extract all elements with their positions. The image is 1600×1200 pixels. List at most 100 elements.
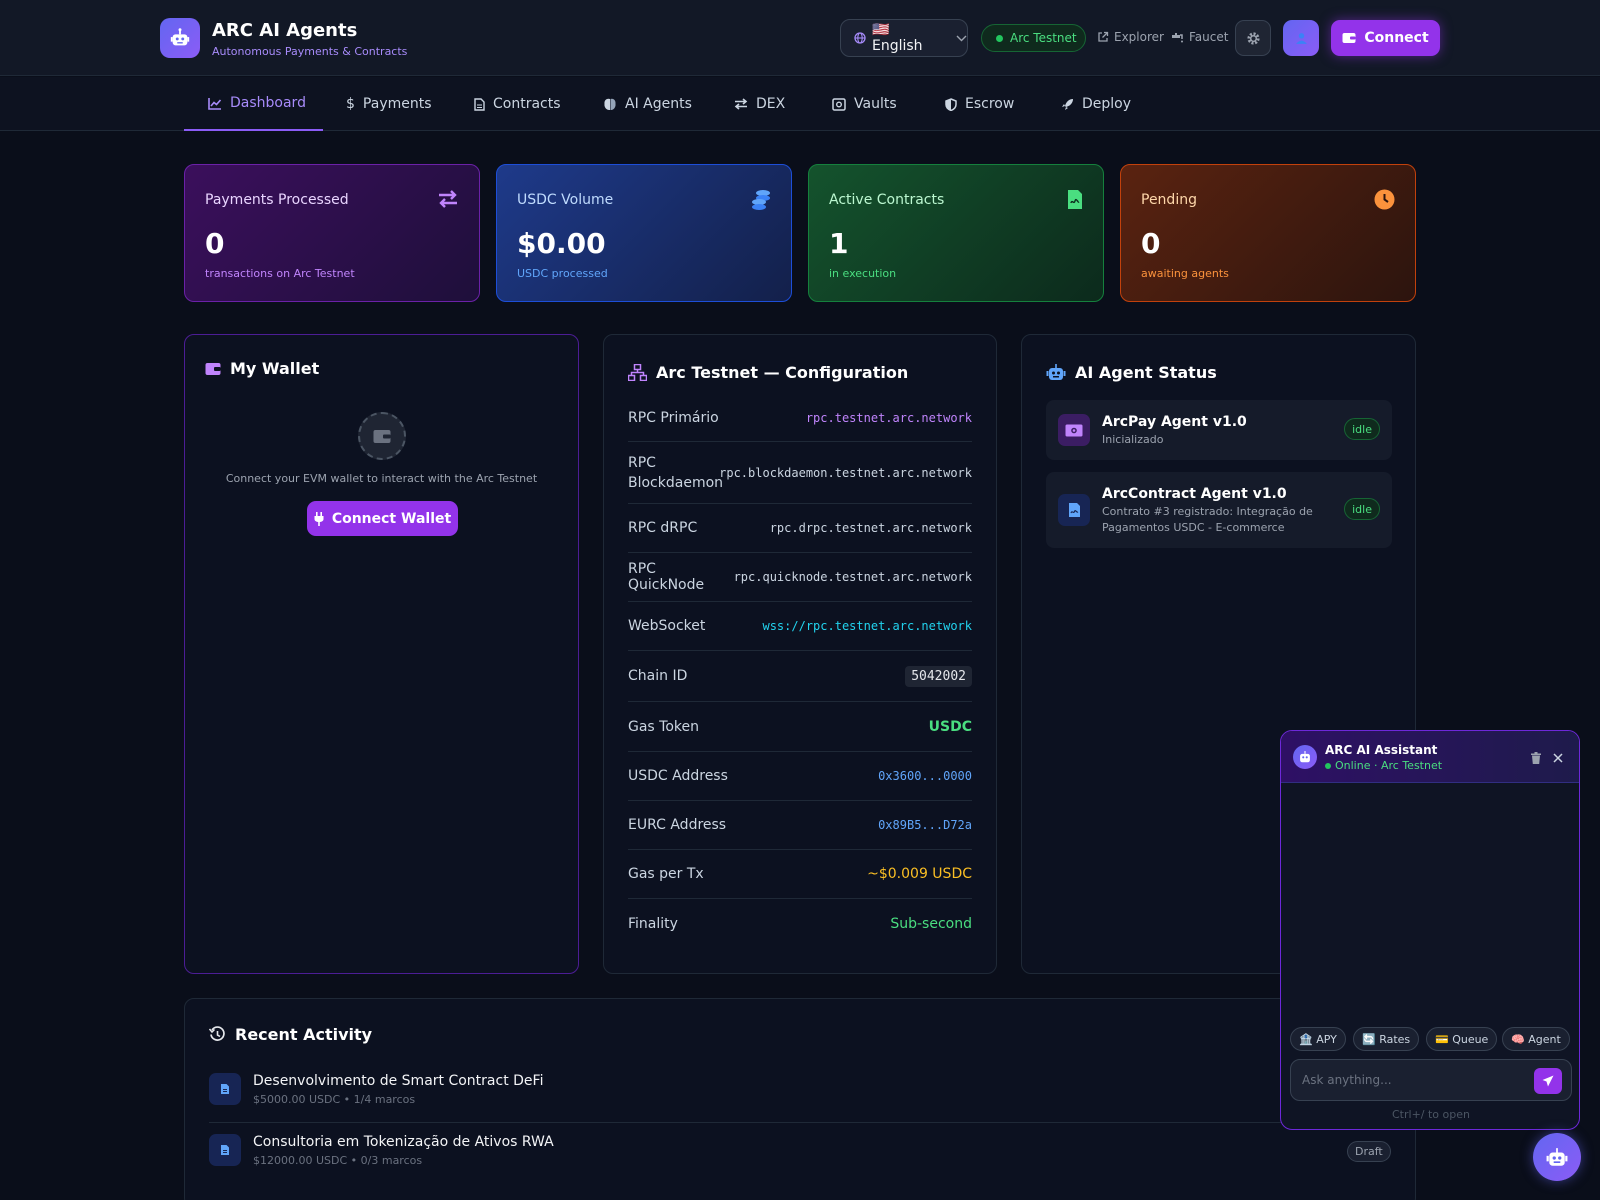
config-label: WebSocket — [628, 618, 706, 634]
robot-avatar-icon — [1293, 745, 1317, 769]
send-button[interactable] — [1534, 1068, 1562, 1094]
wallet-icon — [1342, 32, 1356, 44]
language-selector[interactable]: 🇺🇸 English — [840, 19, 968, 57]
tab-label: Deploy — [1082, 96, 1132, 112]
wallet-panel: My Wallet Connect your EVM wallet to int… — [184, 334, 579, 974]
file-contract-icon — [474, 97, 485, 111]
tab-label: Payments — [362, 96, 432, 112]
config-value: 0x3600...0000 — [878, 769, 972, 783]
status-badge: idle — [1344, 418, 1380, 440]
tab-escrow[interactable]: Escrow — [945, 77, 1014, 131]
tab-label: Dashboard — [230, 95, 306, 111]
wallet-title: My Wallet — [205, 359, 319, 378]
agent-card-arccontract[interactable]: ArcContract Agent v1.0 Contrato #3 regis… — [1046, 472, 1392, 548]
activity-item[interactable]: Desenvolvimento de Smart Contract DeFi $… — [209, 1073, 1399, 1123]
chat-toggle-button[interactable] — [1533, 1133, 1581, 1181]
close-icon[interactable] — [1553, 753, 1563, 763]
chat-status-text: Online · Arc Testnet — [1335, 759, 1443, 772]
quick-chip-agent[interactable]: 🧠 Agent — [1502, 1027, 1570, 1051]
connect-button[interactable]: Connect — [1331, 20, 1440, 56]
config-title-text: Arc Testnet — Configuration — [656, 363, 909, 382]
profile-button[interactable] — [1283, 20, 1319, 56]
wallet-placeholder-icon — [358, 412, 406, 460]
agent-status-title-text: AI Agent Status — [1075, 363, 1217, 382]
file-icon — [209, 1134, 241, 1166]
chat-status: Online · Arc Testnet — [1325, 759, 1442, 772]
file-contract-icon — [1058, 494, 1090, 526]
activity-title: Desenvolvimento de Smart Contract DeFi — [253, 1073, 544, 1089]
activity-title: Consultoria em Tokenização de Ativos RWA — [253, 1134, 554, 1150]
config-value: rpc.blockdaemon.testnet.arc.network — [719, 465, 972, 480]
connect-wallet-button[interactable]: Connect Wallet — [307, 501, 458, 536]
gear-icon — [1246, 31, 1261, 46]
config-row-rpc-quicknode: RPC QuickNode rpc.quicknode.testnet.arc.n… — [628, 553, 972, 602]
quick-chip-rates[interactable]: 🔄 Rates — [1353, 1027, 1420, 1051]
app-title: ARC AI Agents — [212, 20, 358, 41]
stat-sub: awaiting agents — [1141, 267, 1229, 280]
stat-value: 1 — [829, 227, 849, 260]
stat-value: 0 — [205, 227, 225, 260]
tab-dex[interactable]: DEX — [734, 77, 785, 131]
robot-icon — [1546, 1147, 1568, 1167]
tab-label: DEX — [756, 96, 786, 112]
explorer-link[interactable]: Explorer — [1097, 30, 1164, 44]
trash-icon[interactable] — [1531, 752, 1541, 764]
tab-dashboard[interactable]: Dashboard — [184, 77, 323, 131]
tab-vaults[interactable]: Vaults — [832, 77, 897, 131]
config-row-rpc-drpc: RPC dRPC rpc.drpc.testnet.arc.network — [628, 504, 972, 553]
stat-value: $0.00 — [517, 227, 606, 260]
tab-deploy[interactable]: Deploy — [1061, 77, 1131, 131]
config-value: ~$0.009 USDC — [867, 866, 972, 882]
quick-chip-queue[interactable]: 💳 Queue — [1426, 1027, 1498, 1051]
agent-card-arcpay[interactable]: ArcPay Agent v1.0 Inicializado idle — [1046, 400, 1392, 460]
tab-contracts[interactable]: Contracts — [474, 77, 561, 131]
config-panel: Arc Testnet — Configuration RPC Primário… — [603, 334, 997, 974]
config-row-eurc-address: EURC Address 0x89B5...D72a — [628, 801, 972, 850]
config-row-gas-token: Gas Token USDC — [628, 702, 972, 752]
rocket-icon — [1061, 98, 1074, 111]
robot-logo-icon — [160, 18, 200, 58]
stat-card-payments: Payments Processed 0 transactions on Arc… — [184, 164, 480, 302]
file-icon — [209, 1073, 241, 1105]
recent-activity-title: Recent Activity — [209, 1025, 372, 1044]
history-icon — [209, 1026, 226, 1043]
stat-card-active-contracts: Active Contracts 1 in execution — [808, 164, 1104, 302]
tab-label: Vaults — [854, 96, 897, 112]
language-label: 🇺🇸 English — [872, 22, 923, 54]
file-contract-icon — [1067, 189, 1083, 210]
chat-messages — [1281, 784, 1579, 1019]
quick-chip-apy[interactable]: 🏦 APY — [1290, 1027, 1346, 1051]
activity-sub: $12000.00 USDC • 0/3 marcos — [253, 1154, 423, 1167]
tab-label: AI Agents — [625, 96, 692, 112]
chart-line-icon — [208, 97, 222, 110]
config-row-rpc-primary: RPC Primário rpc.testnet.arc.network — [628, 394, 972, 442]
money-icon — [1058, 414, 1090, 446]
stat-value: 0 — [1141, 227, 1161, 260]
config-value: USDC — [928, 718, 972, 735]
settings-button[interactable] — [1235, 20, 1271, 56]
chat-header: ARC AI Assistant Online · Arc Testnet — [1281, 731, 1579, 783]
faucet-link[interactable]: Faucet — [1171, 30, 1228, 44]
chat-widget: ARC AI Assistant Online · Arc Testnet 🏦 … — [1280, 730, 1580, 1130]
config-value: rpc.drpc.testnet.arc.network — [769, 521, 972, 535]
chain-id-value: 5042002 — [905, 665, 972, 687]
wallet-title-text: My Wallet — [230, 359, 320, 378]
chat-input[interactable]: Ask anything... — [1290, 1059, 1572, 1101]
wallet-icon — [205, 362, 221, 376]
agent-name: ArcContract Agent v1.0 — [1102, 486, 1287, 502]
recent-activity-title-text: Recent Activity — [235, 1025, 373, 1044]
activity-item[interactable]: Consultoria em Tokenização de Ativos RWA… — [209, 1134, 1399, 1184]
config-row-gas-per-tx: Gas per Tx ~$0.009 USDC — [628, 850, 972, 899]
arrows-exchange-icon — [437, 189, 459, 209]
agent-name: ArcPay Agent v1.0 — [1102, 414, 1247, 430]
config-label: Gas Token — [628, 718, 700, 735]
tab-ai-agents[interactable]: AI Agents — [603, 77, 692, 131]
config-row-finality: Finality Sub-second — [628, 899, 972, 948]
tab-label: Escrow — [965, 96, 1015, 112]
chat-hint: Ctrl+/ to open — [1392, 1108, 1470, 1121]
network-icon — [628, 364, 647, 381]
status-badge: idle — [1344, 498, 1380, 520]
stat-label: Pending — [1141, 192, 1197, 208]
tab-payments[interactable]: $ Payments — [346, 77, 432, 131]
chat-placeholder: Ask anything... — [1302, 1073, 1392, 1087]
